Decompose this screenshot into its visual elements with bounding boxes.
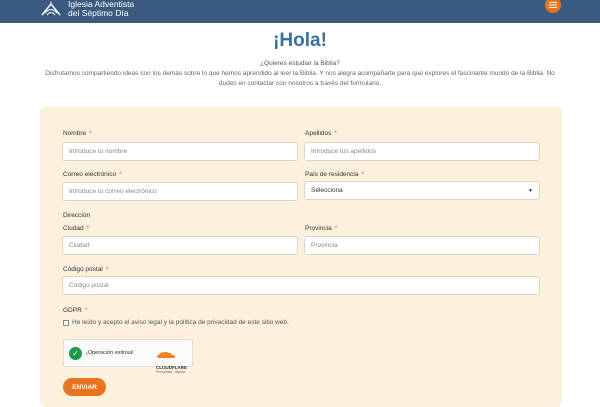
cloudflare-links[interactable]: Privacidad · Ayuda (156, 370, 188, 374)
required-mark: * (119, 171, 122, 178)
logo-line2: del Séptimo Día (68, 7, 129, 18)
logo-text: Iglesia Adventista del Séptimo Día (68, 0, 134, 17)
codigo-postal-label: Código postal * (63, 266, 108, 273)
apellidos-label-text: Apellidos (305, 130, 332, 137)
intro-text: Disfrutamos compartiendo ideas con los d… (45, 70, 555, 87)
required-mark: * (334, 225, 338, 232)
codigo-postal-label-text: Código postal (63, 266, 103, 273)
gdpr-label-text: GDPR (63, 307, 82, 314)
nombre-label: Nombre * (63, 130, 92, 137)
direccion-heading: Dirección (63, 212, 91, 219)
required-mark: * (84, 307, 88, 314)
cloud-icon (157, 351, 175, 358)
site-logo[interactable]: Iglesia Adventista del Séptimo Día (40, 0, 134, 20)
required-mark: * (89, 130, 92, 137)
email-input[interactable]: Introduce tu correo electrónico (62, 182, 298, 201)
gdpr-consent: He leído y acepto el aviso legal y la po… (63, 319, 289, 326)
cloudflare-captcha[interactable]: ✓ ¡Operación exitosa! CLOUDFLARE Privaci… (63, 339, 193, 374)
pais-select[interactable]: Selecciona ▼ (304, 181, 540, 200)
email-label-text: Correo electrónico (63, 171, 117, 178)
email-placeholder: Introduce tu correo electrónico (69, 188, 157, 195)
check-icon: ✓ (69, 347, 82, 360)
menu-button[interactable] (545, 0, 561, 13)
nombre-label-text: Nombre (63, 130, 87, 137)
required-mark: * (361, 171, 365, 178)
captcha-status: ¡Operación exitosa! (86, 350, 134, 356)
provincia-label: Provincia * (305, 225, 337, 232)
menu-icon (549, 2, 557, 8)
ciudad-input[interactable]: Ciudad (62, 236, 298, 255)
email-label: Correo electrónico * (63, 171, 122, 178)
gdpr-label: GDPR * (63, 307, 87, 314)
apellidos-input[interactable]: Introduce tus apellidos (304, 142, 540, 161)
site-header: Iglesia Adventista del Séptimo Día (0, 0, 600, 23)
ciudad-label: Ciudad * (63, 225, 89, 232)
provincia-label-text: Provincia (305, 225, 332, 232)
apellidos-label: Apellidos * (305, 130, 337, 137)
chevron-down-icon: ▼ (528, 188, 533, 194)
pais-label-text: País de residencia (305, 171, 359, 178)
ciudad-placeholder: Ciudad (69, 242, 90, 249)
gdpr-checkbox[interactable] (63, 319, 69, 326)
required-mark: * (105, 266, 109, 273)
intro-question: ¿Quieres estudiar la Biblia? (260, 60, 340, 67)
codigo-postal-placeholder: Código postal (69, 282, 109, 289)
cloudflare-logo: CLOUDFLARE Privacidad · Ayuda (156, 346, 188, 374)
church-logo-icon (41, 1, 61, 16)
page-title: ¡Hola! (273, 30, 327, 51)
gdpr-checkbox-text: He leído y acepto el aviso legal y la po… (72, 319, 289, 326)
pais-label: País de residencia * (305, 171, 364, 178)
provincia-input[interactable]: Provincia (304, 236, 540, 255)
ciudad-label-text: Ciudad (63, 225, 84, 232)
codigo-postal-input[interactable]: Código postal (62, 276, 540, 295)
pais-selected-value: Selecciona (311, 187, 343, 194)
provincia-placeholder: Provincia (311, 242, 338, 249)
required-mark: * (86, 225, 90, 232)
submit-button[interactable]: ENVIAR (63, 378, 106, 396)
apellidos-placeholder: Introduce tus apellidos (311, 148, 377, 155)
nombre-input[interactable]: Introduce tu nombre (62, 142, 298, 161)
required-mark: * (334, 130, 337, 137)
nombre-placeholder: Introduce tu nombre (69, 148, 128, 155)
